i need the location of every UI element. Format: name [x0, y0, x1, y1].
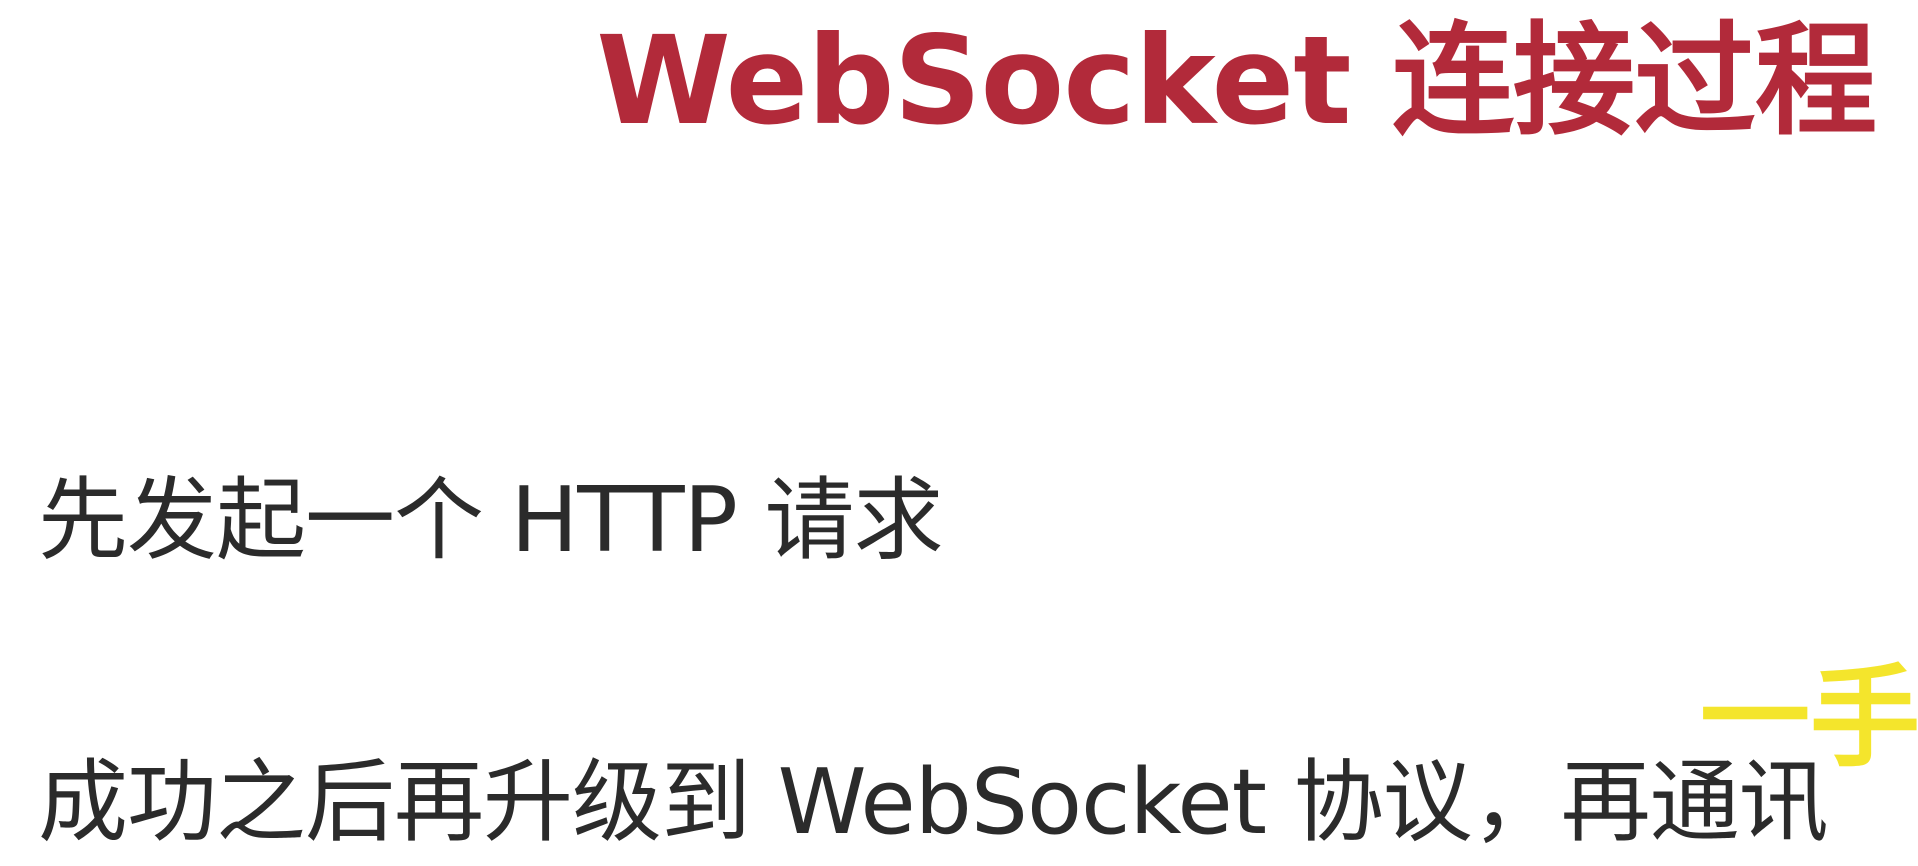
- slide-title: WebSocket 连接过程: [596, 10, 1877, 152]
- slide: WebSocket 连接过程 先发起一个 HTTP 请求 一手 成功之后再升级到…: [0, 0, 1918, 866]
- bullet-http-request: 先发起一个 HTTP 请求: [38, 468, 944, 573]
- bullet-upgrade-websocket: 成功之后再升级到 WebSocket 协议，再通讯: [38, 750, 1829, 855]
